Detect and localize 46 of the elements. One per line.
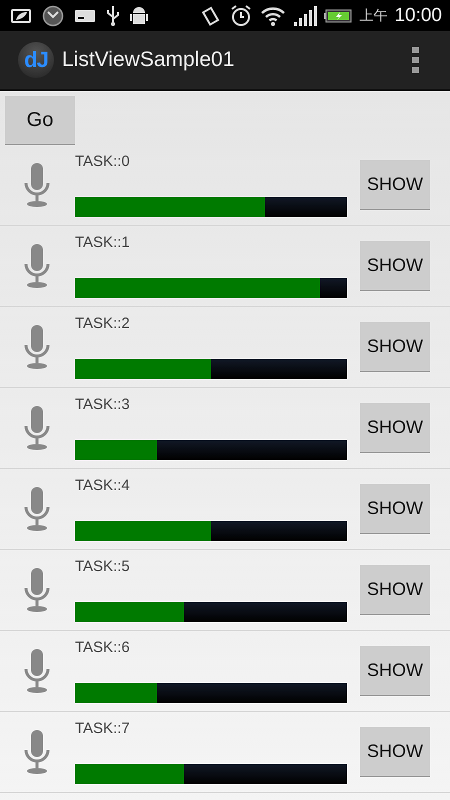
task-row[interactable]: TASK::3 SHOW: [0, 388, 450, 469]
task-label: TASK::5: [75, 558, 131, 575]
microphone-icon: [24, 406, 50, 450]
task-label: TASK::4: [75, 477, 131, 494]
task-label: TASK::0: [75, 153, 131, 170]
wifi-icon: [260, 6, 286, 26]
microphone-icon: [24, 325, 50, 369]
task-row[interactable]: TASK::2 SHOW: [0, 307, 450, 388]
battery-leaf-icon: [10, 6, 32, 24]
task-row[interactable]: TASK::1 SHOW: [0, 226, 450, 307]
microphone-icon: [24, 244, 50, 288]
show-button[interactable]: SHOW: [360, 322, 430, 372]
task-row[interactable]: TASK::4 SHOW: [0, 469, 450, 550]
microphone-icon: [24, 730, 50, 774]
microphone-icon: [24, 649, 50, 693]
android-icon: [130, 4, 148, 26]
task-label: TASK::1: [75, 234, 131, 251]
show-button[interactable]: SHOW: [360, 565, 430, 615]
card-icon: [74, 8, 96, 22]
task-row[interactable]: TASK::6 SHOW: [0, 631, 450, 712]
alarm-icon: [229, 4, 254, 28]
task-label: TASK::3: [75, 396, 131, 413]
show-button[interactable]: SHOW: [360, 160, 430, 210]
clock-circle-icon: [42, 4, 64, 26]
task-label: TASK::6: [75, 639, 131, 656]
show-button[interactable]: SHOW: [360, 403, 430, 453]
show-button[interactable]: SHOW: [360, 241, 430, 291]
task-label: TASK::7: [75, 720, 131, 737]
microphone-icon: [24, 487, 50, 531]
app-title: ListViewSample01: [62, 48, 236, 72]
show-button[interactable]: SHOW: [360, 484, 430, 534]
show-button[interactable]: SHOW: [360, 646, 430, 696]
task-row[interactable]: TASK::0 SHOW: [0, 145, 450, 226]
usb-icon: [106, 4, 120, 26]
task-row[interactable]: TASK::5 SHOW: [0, 550, 450, 631]
show-button[interactable]: SHOW: [360, 727, 430, 777]
microphone-icon: [24, 568, 50, 612]
microphone-icon: [24, 163, 50, 207]
task-row[interactable]: TASK::7 SHOW: [0, 712, 450, 793]
overflow-menu-icon[interactable]: [412, 47, 420, 73]
clock-time: 10:00: [394, 4, 442, 26]
battery-icon: [324, 8, 352, 22]
task-label: TASK::2: [75, 315, 131, 332]
am-pm-label: 上午: [359, 6, 388, 24]
signal-icon: [293, 6, 318, 26]
go-button[interactable]: Go: [5, 96, 75, 145]
